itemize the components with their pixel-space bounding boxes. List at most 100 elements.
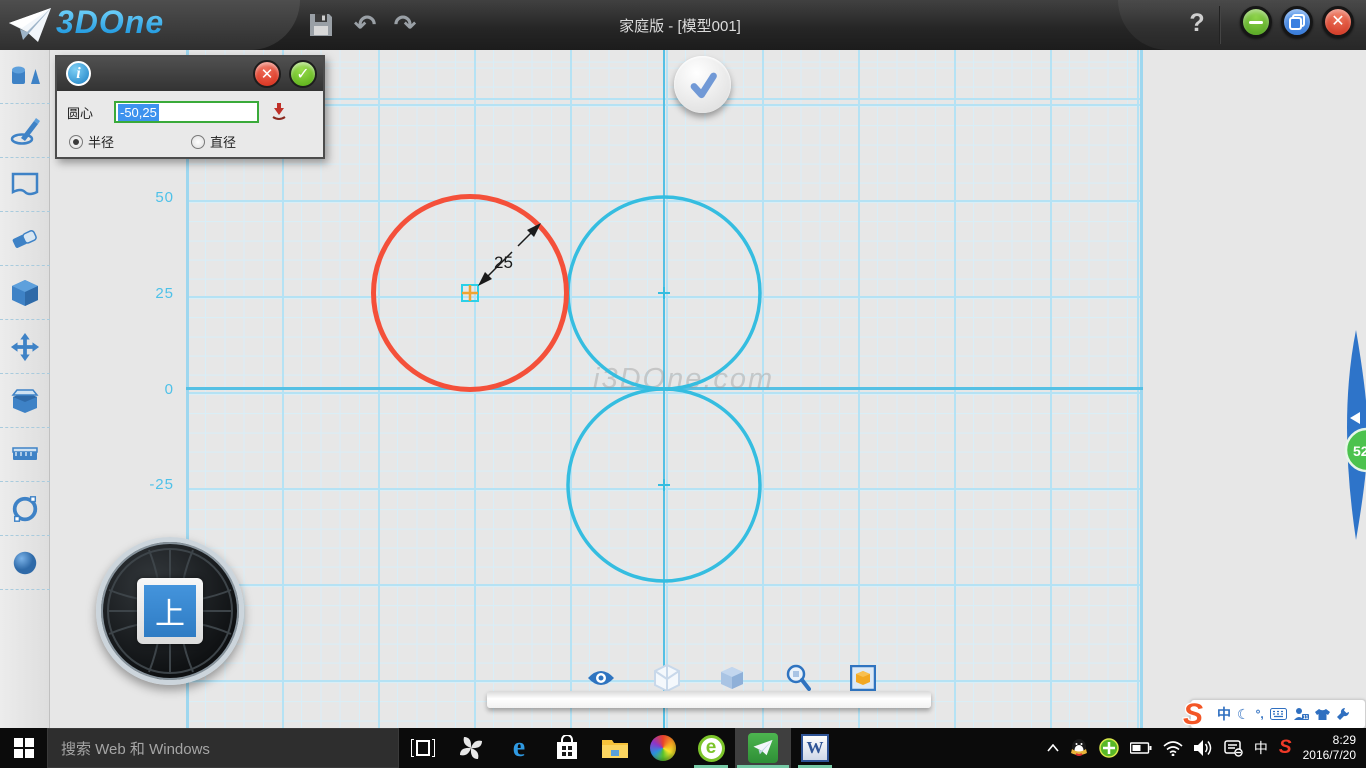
ime-settings-wrench-icon[interactable]	[1336, 707, 1350, 721]
wireframe-cube-icon	[654, 664, 680, 692]
ime-keyboard-icon[interactable]	[1270, 708, 1287, 720]
diameter-radio-label: 直径	[210, 132, 236, 151]
task-view-icon	[411, 739, 435, 757]
pick-point-icon[interactable]	[271, 103, 287, 121]
title-bar: 3DOne ↶ ↷ 家庭版 - [模型001] ? ✕	[0, 0, 1366, 50]
restore-button[interactable]	[1281, 6, 1313, 38]
magnifier-icon	[785, 664, 811, 692]
taskbar-clock[interactable]: 8:29 2016/7/20	[1303, 733, 1356, 763]
svg-text:11: 11	[1303, 715, 1309, 721]
start-button[interactable]	[0, 728, 47, 768]
sidebar-item-eraser[interactable]	[0, 212, 50, 266]
tray-ime-mode[interactable]: 中	[1254, 738, 1268, 758]
taskbar-search-box[interactable]: 搜索 Web 和 Windows	[47, 728, 399, 768]
dimension-value: 25	[494, 253, 513, 272]
ime-toolbar: S 中 ☾ °, 11	[1190, 699, 1366, 729]
dialog-center-row: 圆心 -50,25	[67, 101, 323, 123]
taskbar-3done-app[interactable]	[735, 728, 791, 768]
ime-skin-icon[interactable]	[1315, 708, 1330, 721]
sidebar-item-measure-slab[interactable]	[0, 428, 50, 482]
dialog-mode-row: 半径 直径	[69, 132, 323, 151]
search-placeholder: 搜索 Web 和 Windows	[61, 738, 210, 759]
taskbar-360-browser-app[interactable]	[639, 728, 687, 768]
task-view-button[interactable]	[399, 728, 447, 768]
taskbar-word-app[interactable]: W	[791, 728, 839, 768]
sketch-pen-icon	[9, 116, 41, 146]
visibility-eye-button[interactable]	[586, 663, 616, 693]
circle-parameter-dialog: i ✕ ✓ 圆心 -50,25 半径 直径	[55, 55, 325, 159]
zoom-fit-button[interactable]	[848, 663, 878, 693]
titlebar-divider	[1219, 6, 1221, 44]
dialog-header[interactable]: i ✕ ✓	[57, 57, 323, 91]
confirm-check-button[interactable]	[674, 56, 731, 113]
tray-volume-icon[interactable]	[1194, 740, 1213, 756]
view-toolbar	[586, 662, 878, 694]
tray-sogou-icon[interactable]: S	[1279, 737, 1292, 759]
taskbar-green-e-app[interactable]: e	[687, 728, 735, 768]
word-icon: W	[801, 734, 829, 762]
dialog-cancel-button[interactable]: ✕	[253, 60, 281, 88]
view-cube-top-face[interactable]: 上	[144, 585, 196, 637]
cube-icon	[9, 278, 41, 308]
taskbar-store-app[interactable]	[543, 728, 591, 768]
clock-date: 2016/7/20	[1303, 748, 1356, 763]
sidebar-item-sketch-draw[interactable]	[0, 104, 50, 158]
circle-center-tick-2	[658, 479, 670, 491]
dialog-ok-button[interactable]: ✓	[289, 60, 317, 88]
measure-slab-icon	[9, 440, 41, 470]
close-icon: ✕	[1331, 14, 1344, 30]
taskbar-explorer-app[interactable]	[591, 728, 639, 768]
windows-logo-icon	[14, 738, 34, 758]
surface-sheet-icon	[9, 170, 41, 200]
clock-time: 8:29	[1303, 733, 1356, 748]
tray-wifi-icon[interactable]	[1163, 741, 1183, 756]
ime-mode-button[interactable]: 中	[1217, 704, 1231, 724]
community-widget[interactable]: 52	[1334, 300, 1366, 572]
threedone-tile-icon	[748, 733, 778, 763]
save-button[interactable]	[306, 10, 336, 40]
tray-qq-icon[interactable]	[1070, 738, 1088, 758]
eye-icon	[587, 668, 615, 688]
close-button[interactable]: ✕	[1322, 6, 1354, 38]
tray-action-center-icon[interactable]	[1224, 740, 1243, 757]
sidebar-item-feature-cube[interactable]	[0, 266, 50, 320]
diameter-radio[interactable]	[191, 135, 205, 149]
ground-shelf	[487, 691, 931, 708]
help-button[interactable]: ?	[1182, 9, 1212, 38]
tray-360-safe-icon[interactable]	[1099, 738, 1119, 758]
shaded-cube-icon	[719, 665, 745, 691]
colorful-sphere-icon	[650, 735, 676, 761]
taskbar-pinwheel-app[interactable]	[447, 728, 495, 768]
fit-view-icon	[850, 665, 876, 691]
center-input[interactable]: -50,25	[114, 101, 259, 123]
circle-center-tick-1	[658, 287, 670, 299]
tool-sidebar	[0, 50, 50, 728]
wireframe-view-button[interactable]	[652, 663, 682, 693]
center-input-value: -50,25	[118, 104, 159, 121]
ime-punctuation-icon[interactable]: °,	[1256, 707, 1264, 721]
sidebar-item-combine-edit[interactable]	[0, 374, 50, 428]
view-cube-plate: 上	[137, 578, 203, 644]
radius-radio[interactable]	[69, 135, 83, 149]
sidebar-item-material-sphere[interactable]	[0, 536, 50, 590]
minimize-button[interactable]	[1240, 6, 1272, 38]
ime-account-icon[interactable]: 11	[1293, 707, 1309, 721]
undo-button[interactable]: ↶	[350, 10, 380, 40]
sidebar-item-sketch-surface[interactable]	[0, 158, 50, 212]
zoom-button[interactable]	[783, 663, 813, 693]
sidebar-item-move[interactable]	[0, 320, 50, 374]
shaded-view-button[interactable]	[717, 663, 747, 693]
sidebar-item-revolve-ring[interactable]	[0, 482, 50, 536]
windows-taskbar: 搜索 Web 和 Windows e e	[0, 728, 1366, 768]
drawing-canvas[interactable]: 50 25 0 -25 i3DOne.com 25 i	[50, 50, 1366, 728]
taskbar-edge-app[interactable]: e	[495, 728, 543, 768]
green-e-icon: e	[698, 735, 725, 762]
view-cube[interactable]: 上	[96, 537, 244, 685]
ime-fullhalf-icon[interactable]: ☾	[1237, 706, 1250, 723]
sidebar-item-solid-primitives[interactable]	[0, 50, 50, 104]
tray-battery-icon[interactable]	[1130, 742, 1152, 754]
sphere-icon	[9, 548, 41, 578]
tray-chevron-up[interactable]	[1047, 744, 1059, 752]
center-label: 圆心	[67, 103, 114, 122]
sogou-logo-icon[interactable]: S	[1183, 698, 1203, 732]
